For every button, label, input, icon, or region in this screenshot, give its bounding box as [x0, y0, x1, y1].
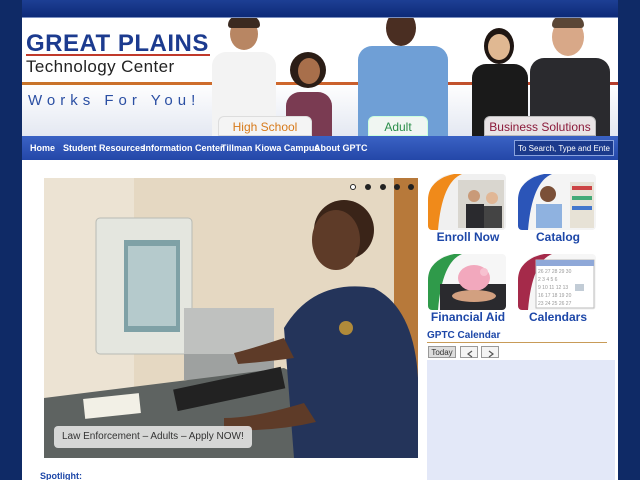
tab-adult[interactable]: Adult	[368, 116, 428, 136]
main-nav: Home Student Resources Information Cente…	[22, 136, 618, 160]
svg-text:26 27 28 29 30: 26 27 28 29 30	[538, 269, 572, 275]
svg-text:9 10 11 12 13: 9 10 11 12 13	[538, 285, 568, 291]
piggy-bank-image	[428, 254, 506, 310]
calendar-divider	[427, 342, 607, 343]
slide-dot-4[interactable]	[394, 184, 400, 190]
spotlight-heading: Spotlight:	[40, 471, 82, 480]
slideshow[interactable]: Law Enforcement – Adults – Apply NOW!	[44, 178, 418, 458]
enroll-now-label: Enroll Now	[436, 230, 500, 244]
nav-tillman-kiowa-campus[interactable]: Tillman Kiowa Campus	[221, 136, 319, 160]
tab-business-solutions[interactable]: Business Solutions	[484, 116, 596, 136]
business-people-image	[428, 174, 506, 230]
page-container: GREAT PLAINS Technology Center Works For…	[22, 0, 618, 480]
search-input[interactable]	[514, 140, 614, 156]
enroll-now-link[interactable]: Enroll Now	[428, 174, 508, 246]
nav-information-center[interactable]: Information Center	[143, 136, 224, 160]
logo-subtitle[interactable]: Technology Center	[26, 57, 175, 77]
calendar-next-button[interactable]	[481, 346, 499, 358]
pharmacy-worker-image	[518, 174, 596, 230]
tab-high-school[interactable]: High School	[218, 116, 312, 136]
slide-dot-1[interactable]	[350, 184, 356, 190]
slide-dot-5[interactable]	[408, 184, 414, 190]
slide-caption[interactable]: Law Enforcement – Adults – Apply NOW!	[54, 426, 252, 448]
financial-aid-link[interactable]: Financial Aid	[428, 254, 508, 328]
site-header: GREAT PLAINS Technology Center Works For…	[22, 18, 618, 136]
calendar-prev-button[interactable]	[460, 346, 478, 358]
slide-image	[44, 178, 418, 458]
logo-divider	[26, 54, 210, 56]
financial-aid-label: Financial Aid	[430, 310, 506, 324]
catalog-label: Catalog	[535, 230, 580, 244]
top-strip	[22, 0, 618, 18]
slide-dot-3[interactable]	[380, 184, 386, 190]
calendar-widget[interactable]	[427, 360, 615, 480]
arrow-left-icon	[467, 350, 473, 358]
nav-home[interactable]: Home	[30, 136, 55, 160]
nav-student-resources[interactable]: Student Resources	[63, 136, 145, 160]
arrow-right-icon	[488, 350, 494, 358]
today-button[interactable]: Today	[428, 346, 456, 358]
calendars-link[interactable]: 26 27 28 29 30 2 3 4 5 6 9 10 11 12 13 1…	[518, 254, 598, 328]
slide-dot-2[interactable]	[365, 184, 371, 190]
tagline: Works For You!	[28, 92, 201, 109]
calendars-label: Calendars	[528, 310, 588, 324]
svg-text:23 24 25 26 27: 23 24 25 26 27	[538, 301, 572, 307]
catalog-link[interactable]: Catalog	[518, 174, 598, 246]
calendar-image: 26 27 28 29 30 2 3 4 5 6 9 10 11 12 13 1…	[518, 254, 596, 310]
svg-text:16 17 18 19 20: 16 17 18 19 20	[538, 293, 572, 299]
nav-about-gptc[interactable]: About GPTC	[314, 136, 368, 160]
calendar-title: GPTC Calendar	[427, 330, 501, 341]
svg-text:2 3 4 5 6: 2 3 4 5 6	[538, 277, 558, 283]
